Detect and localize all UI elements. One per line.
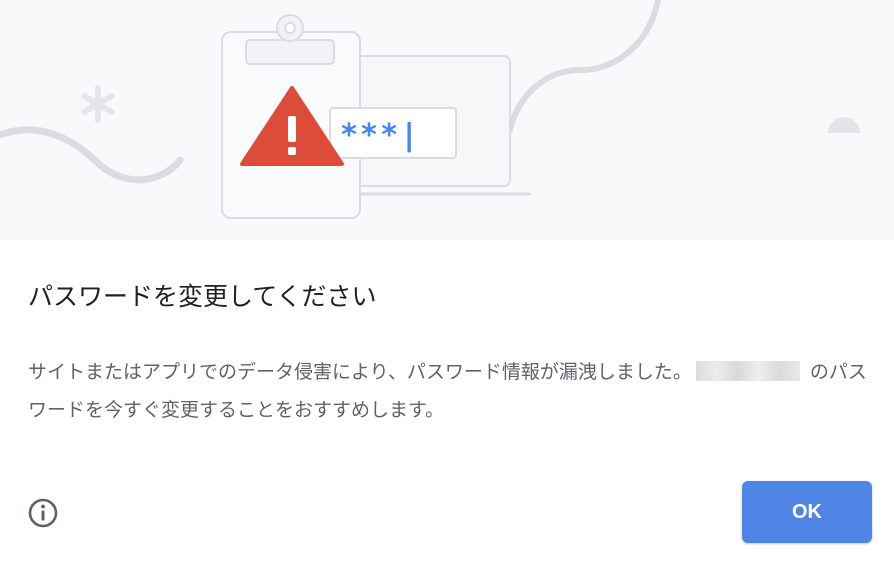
compromised-password-illustration: ***|	[0, 0, 894, 240]
redacted-site-name	[695, 361, 800, 381]
ok-button[interactable]: OK	[742, 481, 872, 543]
info-circle-icon	[28, 498, 58, 528]
dialog-body-text: サイトまたはアプリでのデータ侵害により、パスワード情報が漏洩しました。 のパスワー…	[28, 353, 878, 429]
svg-text:***|: ***|	[340, 118, 420, 153]
password-field-icon: ***|	[329, 107, 457, 159]
info-button[interactable]	[27, 497, 59, 529]
password-change-dialog: ***| パスワードを変更してください サイトまたはアプリでのデータ侵害により、…	[0, 0, 894, 564]
dialog-title: パスワードを変更してください	[28, 282, 377, 311]
body-text-part-1: サイトまたはアプリでのデータ侵害により、パスワード情報が漏洩しました。	[28, 361, 692, 383]
asterisk-decoration-icon	[81, 85, 115, 123]
